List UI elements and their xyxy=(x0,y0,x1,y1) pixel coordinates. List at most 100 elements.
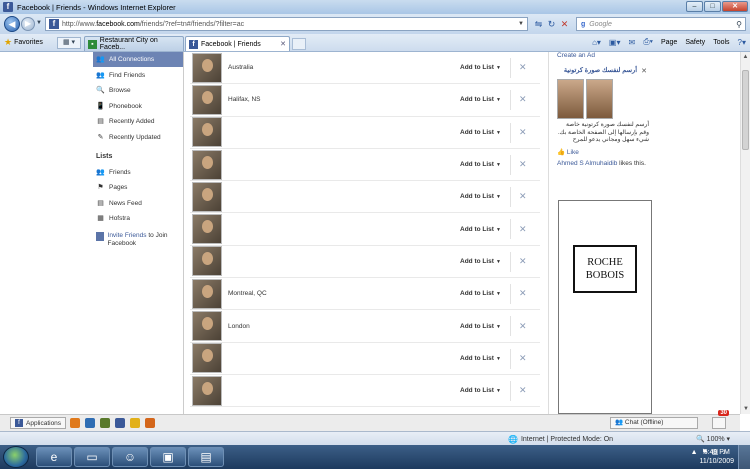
remove-friend-icon[interactable]: ✕ xyxy=(519,256,527,267)
app-icon[interactable] xyxy=(100,418,110,428)
liker-name-link[interactable]: Ahmed S Almuhaidib xyxy=(557,160,617,167)
app-icon[interactable] xyxy=(130,418,140,428)
internet-explorer-taskbar-button[interactable]: e xyxy=(36,447,72,467)
page-menu[interactable]: Page xyxy=(661,39,677,46)
friend-photo[interactable] xyxy=(192,311,222,342)
close-ad-icon[interactable]: ✕ xyxy=(641,67,647,75)
app-icon[interactable] xyxy=(115,418,125,428)
create-ad-link[interactable]: Create an Ad xyxy=(557,52,652,59)
explorer-taskbar-button[interactable]: ▭ xyxy=(74,447,110,467)
print-icon[interactable]: ⎙▾ xyxy=(643,37,653,47)
security-zone[interactable]: 🌐 Internet | Protected Mode: On xyxy=(508,435,613,444)
roche-bobois-ad[interactable]: ROCHE BOBOIS xyxy=(558,200,652,414)
remove-friend-icon[interactable]: ✕ xyxy=(519,159,527,170)
add-to-list-button[interactable]: Add to List ▼ xyxy=(460,193,501,200)
add-to-list-button[interactable]: Add to List ▼ xyxy=(460,96,501,103)
remove-friend-icon[interactable]: ✕ xyxy=(519,191,527,202)
tools-menu[interactable]: Tools xyxy=(713,39,729,46)
search-input[interactable]: g Google ⚲ xyxy=(576,17,746,31)
list-hofstra[interactable]: ▦ Hofstra xyxy=(93,211,183,226)
toolbox-taskbar-button[interactable]: ▤ xyxy=(188,447,224,467)
nav-browse[interactable]: 🔍 Browse xyxy=(93,83,183,98)
invite-friends-link[interactable]: Invite Friends xyxy=(108,232,147,239)
back-button[interactable]: ◀ xyxy=(4,16,20,32)
add-to-list-button[interactable]: Add to List ▼ xyxy=(460,226,501,233)
add-to-list-button[interactable]: Add to List ▼ xyxy=(460,258,501,265)
app-icon[interactable] xyxy=(85,418,95,428)
remove-friend-icon[interactable]: ✕ xyxy=(519,353,527,364)
list-pages[interactable]: ⚑ Pages xyxy=(93,180,183,195)
app-icon[interactable] xyxy=(70,418,80,428)
friend-photo[interactable] xyxy=(192,375,222,406)
close-tab-icon[interactable]: ✕ xyxy=(280,40,286,48)
remove-friend-icon[interactable]: ✕ xyxy=(519,224,527,235)
add-to-list-button[interactable]: Add to List ▼ xyxy=(460,64,501,71)
show-desktop-button[interactable] xyxy=(738,445,750,469)
close-window-button[interactable]: ✕ xyxy=(722,1,748,12)
feeds-icon[interactable]: ▣▾ xyxy=(609,38,621,47)
messenger-taskbar-button[interactable]: ☺ xyxy=(112,447,148,467)
favorites-button[interactable]: ★ Favorites xyxy=(4,37,43,48)
add-to-list-button[interactable]: Add to List ▼ xyxy=(460,290,501,297)
address-bar[interactable]: f http://www.facebook.com/friends/?ref=t… xyxy=(45,17,528,31)
ad-title[interactable]: أرسم لنفسك صورة كرتونية xyxy=(557,67,649,75)
friend-photo[interactable] xyxy=(192,149,222,180)
list-news-feed[interactable]: ▤ News Feed xyxy=(93,196,183,211)
add-to-list-button[interactable]: Add to List ▼ xyxy=(460,387,501,394)
remove-friend-icon[interactable]: ✕ xyxy=(519,62,527,73)
friend-photo[interactable] xyxy=(192,52,222,83)
tab-facebook-friends[interactable]: f Facebook | Friends ✕ xyxy=(185,36,290,51)
remove-friend-icon[interactable]: ✕ xyxy=(519,127,527,138)
show-hidden-icons[interactable]: ▲ xyxy=(691,449,698,456)
compatibility-view-icon[interactable]: ⇋ xyxy=(532,18,545,31)
zoom-level[interactable]: 🔍 100% ▾ xyxy=(696,435,730,443)
forward-button[interactable]: ▶ xyxy=(21,17,35,31)
safety-menu[interactable]: Safety xyxy=(685,39,705,46)
search-icon[interactable]: ⚲ xyxy=(736,20,742,29)
friend-photo[interactable] xyxy=(192,117,222,148)
friend-photo[interactable] xyxy=(192,214,222,245)
applications-button[interactable]: f Applications xyxy=(10,417,67,429)
stop-icon[interactable]: ✕ xyxy=(558,18,571,31)
new-tab-button[interactable] xyxy=(292,38,306,50)
nav-all-connections[interactable]: 👥 All Connections xyxy=(93,52,183,67)
add-to-list-button[interactable]: Add to List ▼ xyxy=(460,355,501,362)
chat-button[interactable]: 👥 Chat (Offline) xyxy=(610,417,698,429)
window-titlebar[interactable]: f Facebook | Friends - Windows Internet … xyxy=(0,0,750,14)
friend-photo[interactable] xyxy=(192,84,222,115)
friend-photo[interactable] xyxy=(192,246,222,277)
notifications-button[interactable]: 30 xyxy=(712,410,729,429)
ad-image[interactable] xyxy=(557,79,613,119)
friend-photo[interactable] xyxy=(192,343,222,374)
remove-friend-icon[interactable]: ✕ xyxy=(519,385,527,396)
like-link[interactable]: 👍 Like xyxy=(557,148,649,156)
add-to-list-button[interactable]: Add to List ▼ xyxy=(460,161,501,168)
help-icon[interactable]: ?▾ xyxy=(738,38,746,47)
remote-desktop-taskbar-button[interactable]: ▣ xyxy=(150,447,186,467)
start-button[interactable] xyxy=(3,446,29,468)
scroll-thumb[interactable] xyxy=(742,70,749,150)
add-to-list-button[interactable]: Add to List ▼ xyxy=(460,129,501,136)
remove-friend-icon[interactable]: ✕ xyxy=(519,94,527,105)
remove-friend-icon[interactable]: ✕ xyxy=(519,288,527,299)
friend-photo[interactable] xyxy=(192,181,222,212)
nav-recently-added[interactable]: ▤ Recently Added xyxy=(93,114,183,129)
nav-find-friends[interactable]: 👥 Find Friends xyxy=(93,68,183,83)
vertical-scrollbar[interactable]: ▲ ▼ xyxy=(740,52,750,414)
refresh-icon[interactable]: ↻ xyxy=(545,18,558,31)
minimize-button[interactable]: ‒ xyxy=(686,1,703,12)
scroll-up-arrow[interactable]: ▲ xyxy=(741,52,750,62)
url-dropdown-icon[interactable]: ▼ xyxy=(518,21,524,27)
list-friends[interactable]: 👥 Friends xyxy=(93,165,183,180)
quick-tabs-button[interactable]: ▦ ▾ xyxy=(57,37,81,49)
tab-restaurant-city[interactable]: ▪ Restaurant City on Faceb... xyxy=(84,36,184,51)
recent-pages-dropdown[interactable]: ▼ xyxy=(36,20,42,26)
home-icon[interactable]: ⌂▾ xyxy=(592,38,601,47)
read-mail-icon[interactable]: ✉ xyxy=(629,38,636,47)
clock[interactable]: 6:49 PM 11/10/2009 xyxy=(699,448,734,466)
maximize-button[interactable]: □ xyxy=(704,1,721,12)
friend-photo[interactable] xyxy=(192,278,222,309)
app-icon[interactable] xyxy=(145,418,155,428)
nav-recently-updated[interactable]: ✎ Recently Updated xyxy=(93,130,183,145)
scroll-down-arrow[interactable]: ▼ xyxy=(741,404,750,414)
